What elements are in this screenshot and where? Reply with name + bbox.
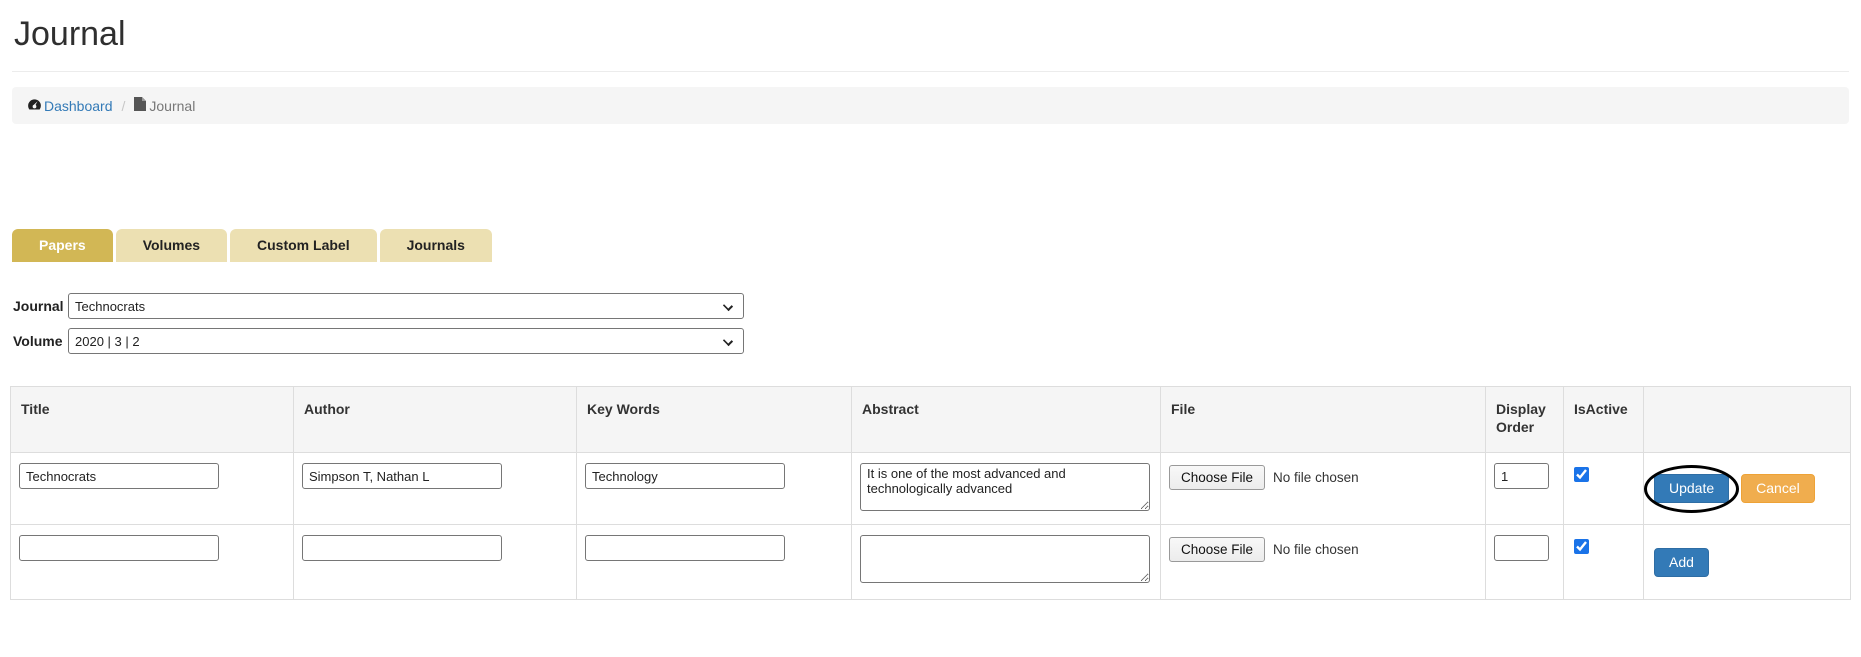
display-order-input[interactable]	[1494, 535, 1549, 561]
tab-papers[interactable]: Papers	[12, 229, 113, 262]
choose-file-button[interactable]: Choose File	[1169, 465, 1265, 490]
journal-filter-row: Journal Technocrats	[13, 293, 1861, 319]
isactive-checkbox[interactable]	[1574, 539, 1589, 554]
author-input[interactable]	[302, 463, 502, 489]
header-isactive: IsActive	[1564, 387, 1644, 453]
update-button[interactable]: Update	[1654, 474, 1729, 503]
page-title: Journal	[0, 0, 1861, 53]
file-status-text: No file chosen	[1273, 542, 1359, 557]
keywords-input[interactable]	[585, 463, 785, 489]
breadcrumb-current: Journal	[134, 97, 195, 114]
tab-custom-label[interactable]: Custom Label	[230, 229, 377, 262]
header-title: Title	[11, 387, 294, 453]
chevron-down-icon	[723, 301, 733, 311]
row-actions: Update Cancel	[1652, 474, 1842, 503]
header-file: File	[1161, 387, 1486, 453]
tab-volumes[interactable]: Volumes	[116, 229, 227, 262]
volume-filter-row: Volume 2020 | 3 | 2	[13, 328, 1861, 354]
file-upload: Choose File No file chosen	[1169, 535, 1477, 562]
filter-section: Journal Technocrats Volume 2020 | 3 | 2	[13, 293, 1861, 354]
isactive-checkbox[interactable]	[1574, 467, 1589, 482]
volume-select-label: Volume	[13, 333, 68, 349]
title-divider	[12, 71, 1849, 72]
abstract-textarea[interactable]	[860, 535, 1150, 583]
abstract-textarea[interactable]: It is one of the most advanced and techn…	[860, 463, 1150, 511]
title-input[interactable]	[19, 535, 219, 561]
table-row-new-paper: Choose File No file chosen Add	[11, 525, 1851, 600]
chevron-down-icon	[723, 336, 733, 346]
cancel-button[interactable]: Cancel	[1741, 474, 1815, 503]
breadcrumb-dashboard-label: Dashboard	[44, 98, 113, 114]
header-display-order: Display Order	[1486, 387, 1564, 453]
journal-select[interactable]: Technocrats	[68, 293, 744, 319]
file-icon	[134, 97, 146, 114]
file-upload: Choose File No file chosen	[1169, 463, 1477, 490]
breadcrumb-separator: /	[119, 98, 129, 114]
dashboard-icon	[27, 97, 42, 115]
title-input[interactable]	[19, 463, 219, 489]
journal-select-value: Technocrats	[75, 299, 145, 314]
display-order-input[interactable]	[1494, 463, 1549, 489]
breadcrumb-dashboard-link[interactable]: Dashboard	[27, 97, 113, 115]
header-actions	[1644, 387, 1851, 453]
header-abstract: Abstract	[852, 387, 1161, 453]
row-actions: Add	[1652, 548, 1842, 577]
author-input[interactable]	[302, 535, 502, 561]
journal-admin-page: Journal Dashboard / Journal Papers Volum…	[0, 0, 1861, 657]
keywords-input[interactable]	[585, 535, 785, 561]
header-keywords: Key Words	[577, 387, 852, 453]
tab-bar: Papers Volumes Custom Label Journals	[12, 229, 1861, 262]
breadcrumb-current-label: Journal	[149, 98, 195, 114]
table-header-row: Title Author Key Words Abstract File Dis…	[11, 387, 1851, 453]
volume-select[interactable]: 2020 | 3 | 2	[68, 328, 744, 354]
papers-table: Title Author Key Words Abstract File Dis…	[10, 386, 1851, 600]
choose-file-button[interactable]: Choose File	[1169, 537, 1265, 562]
tab-journals[interactable]: Journals	[380, 229, 492, 262]
journal-select-label: Journal	[13, 298, 68, 314]
breadcrumb: Dashboard / Journal	[12, 87, 1849, 124]
table-row-existing-paper: It is one of the most advanced and techn…	[11, 453, 1851, 525]
volume-select-value: 2020 | 3 | 2	[75, 334, 140, 349]
add-button[interactable]: Add	[1654, 548, 1709, 577]
file-status-text: No file chosen	[1273, 470, 1359, 485]
header-author: Author	[294, 387, 577, 453]
